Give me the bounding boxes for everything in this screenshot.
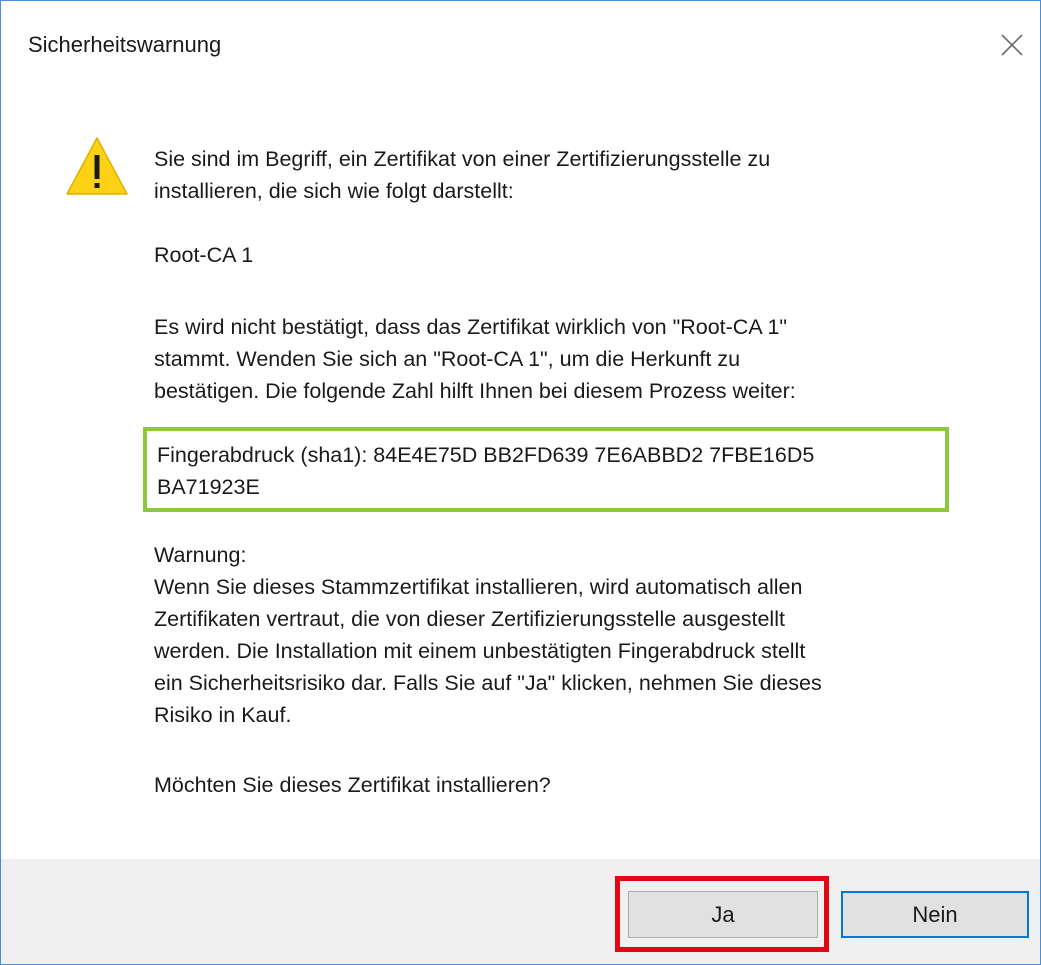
close-icon [1001,34,1023,56]
security-warning-dialog: Sicherheitswarnung Sie sind im Begriff, … [0,0,1041,965]
title-bar: Sicherheitswarnung [1,1,1040,91]
fingerprint-text: Fingerabdruck (sha1): 84E4E75D BB2FD639 … [157,443,815,499]
dialog-content: Sie sind im Begriff, ein Zertifikat von … [1,91,1040,859]
install-question: Möchten Sie dieses Zertifikat installier… [154,773,551,797]
button-bar: Ja Nein [1,859,1040,964]
yes-button[interactable]: Ja [628,891,818,938]
window-title: Sicherheitswarnung [28,32,222,57]
warning-triangle-icon [66,137,128,195]
ca-name: Root-CA 1 [154,243,254,267]
intro-text: Sie sind im Begriff, ein Zertifikat von … [154,147,771,203]
no-button[interactable]: Nein [841,891,1029,938]
warning-text: Warnung: Wenn Sie dieses Stammzertifikat… [154,543,822,727]
fingerprint-highlight: Fingerabdruck (sha1): 84E4E75D BB2FD639 … [143,427,949,512]
verification-note: Es wird nicht bestätigt, dass das Zertif… [154,315,796,403]
close-button[interactable] [994,27,1030,63]
